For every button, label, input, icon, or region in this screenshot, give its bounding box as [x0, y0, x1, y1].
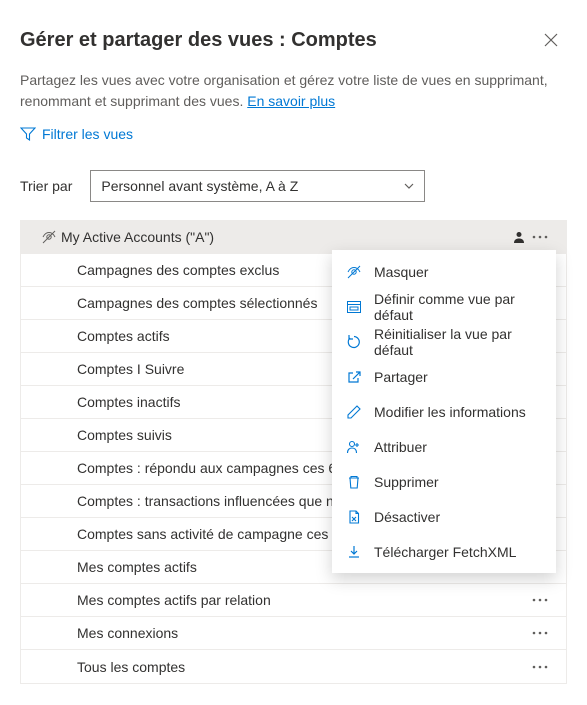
filter-icon	[20, 126, 36, 142]
reset-icon	[346, 334, 362, 350]
more-button[interactable]	[526, 621, 554, 645]
more-button[interactable]	[526, 225, 554, 249]
sort-label: Trier par	[20, 178, 72, 194]
menu-item-hide[interactable]: Masquer	[332, 254, 556, 289]
hide-icon	[346, 264, 362, 280]
menu-item-label: Désactiver	[374, 509, 440, 525]
edit-icon	[346, 404, 362, 420]
menu-item-delete[interactable]: Supprimer	[332, 464, 556, 499]
close-button[interactable]	[535, 24, 567, 56]
learn-more-link[interactable]: En savoir plus	[247, 93, 335, 109]
sort-select-value: Personnel avant système, A à Z	[101, 178, 298, 194]
menu-item-edit[interactable]: Modifier les informations	[332, 394, 556, 429]
deactivate-icon	[346, 509, 362, 525]
menu-item-default[interactable]: Définir comme vue par défaut	[332, 289, 556, 324]
menu-item-label: Partager	[374, 369, 428, 385]
default-icon	[346, 299, 362, 315]
delete-icon	[346, 474, 362, 490]
view-label: Mes connexions	[77, 625, 526, 641]
person-icon	[512, 230, 526, 244]
more-icon	[532, 235, 548, 239]
more-button[interactable]	[526, 588, 554, 612]
view-label: Mes comptes actifs par relation	[77, 592, 526, 608]
more-button[interactable]	[526, 655, 554, 679]
context-menu: Masquer Définir comme vue par défautRéini…	[332, 250, 556, 573]
hidden-icon	[41, 229, 61, 245]
assign-icon	[346, 439, 362, 455]
close-icon	[544, 33, 558, 47]
filter-label: Filtrer les vues	[42, 126, 133, 142]
filter-views-button[interactable]: Filtrer les vues	[20, 126, 567, 142]
dialog-description: Partagez les vues avec votre organisatio…	[20, 70, 567, 112]
view-label: My Active Accounts ("A")	[61, 229, 504, 245]
menu-item-label: Modifier les informations	[374, 404, 526, 420]
menu-item-label: Définir comme vue par défaut	[374, 291, 542, 323]
share-icon	[346, 369, 362, 385]
download-icon	[346, 544, 362, 560]
sort-select[interactable]: Personnel avant système, A à Z	[90, 170, 425, 202]
menu-item-reset[interactable]: Réinitialiser la vue par défaut	[332, 324, 556, 359]
menu-item-share[interactable]: Partager	[332, 359, 556, 394]
menu-item-label: Masquer	[374, 264, 428, 280]
menu-item-label: Supprimer	[374, 474, 439, 490]
view-row[interactable]: Mes comptes actifs par relation	[21, 584, 566, 617]
dialog-title: Gérer et partager des vues : Comptes	[20, 29, 377, 52]
view-row[interactable]: Tous les comptes	[21, 650, 566, 683]
view-row[interactable]: Mes connexions	[21, 617, 566, 650]
more-icon	[532, 598, 548, 602]
menu-item-label: Télécharger FetchXML	[374, 544, 516, 560]
menu-item-assign[interactable]: Attribuer	[332, 429, 556, 464]
menu-item-label: Attribuer	[374, 439, 427, 455]
more-icon	[532, 665, 548, 669]
menu-item-download[interactable]: Télécharger FetchXML	[332, 534, 556, 569]
more-icon	[532, 631, 548, 635]
view-label: Tous les comptes	[77, 659, 526, 675]
menu-item-deactivate[interactable]: Désactiver	[332, 499, 556, 534]
menu-item-label: Réinitialiser la vue par défaut	[374, 326, 542, 358]
